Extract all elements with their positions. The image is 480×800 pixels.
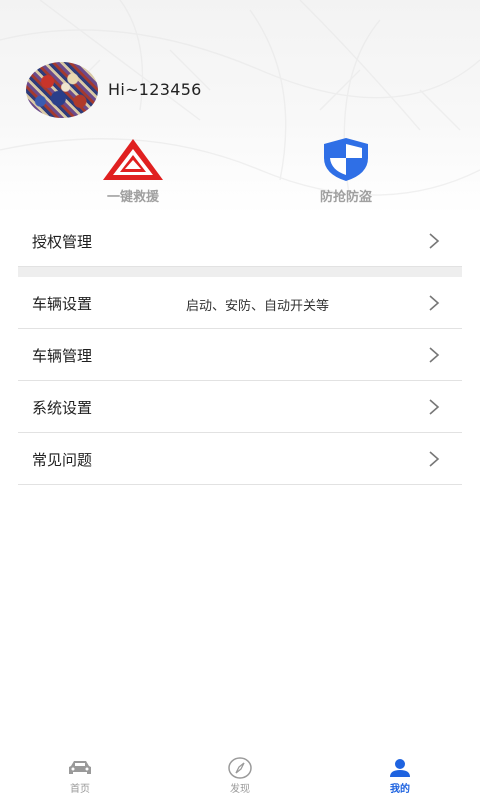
menu-item-label: 常见问题 bbox=[32, 451, 93, 469]
one-key-rescue-button[interactable]: 一键救援 bbox=[63, 136, 203, 208]
profile-screen: Hi~123456 一键救援 防抢防盗 授权管理 车辆设置 启动、安防、自动开关… bbox=[0, 0, 480, 800]
car-icon bbox=[67, 757, 93, 779]
menu-item-vehicle-management[interactable]: 车辆管理 bbox=[18, 329, 462, 381]
menu-item-vehicle-settings[interactable]: 车辆设置 启动、安防、自动开关等 bbox=[18, 277, 462, 329]
compass-icon bbox=[227, 757, 253, 779]
tab-label: 发现 bbox=[230, 784, 250, 795]
menu-item-authorization[interactable]: 授权管理 bbox=[18, 215, 462, 267]
menu-item-label: 车辆管理 bbox=[32, 347, 93, 365]
chevron-right-icon bbox=[429, 399, 440, 415]
chevron-right-icon bbox=[429, 233, 440, 249]
user-icon bbox=[387, 757, 413, 779]
menu-item-faq[interactable]: 常见问题 bbox=[18, 433, 462, 485]
bottom-tab-bar: 首页 发现 我的 bbox=[0, 752, 480, 800]
chevron-right-icon bbox=[429, 451, 440, 467]
menu-item-label: 系统设置 bbox=[32, 399, 93, 417]
rescue-label: 一键救援 bbox=[106, 190, 159, 205]
tab-discover[interactable]: 发现 bbox=[160, 752, 320, 800]
anti-theft-button[interactable]: 防抢防盗 bbox=[276, 136, 416, 208]
warning-triangle-icon bbox=[98, 136, 168, 182]
menu-item-system-settings[interactable]: 系统设置 bbox=[18, 381, 462, 433]
tab-home[interactable]: 首页 bbox=[0, 752, 160, 800]
settings-menu-group: 车辆设置 启动、安防、自动开关等 车辆管理 系统设置 常见问题 bbox=[18, 277, 462, 485]
anti-theft-label: 防抢防盗 bbox=[319, 190, 372, 205]
auth-menu-group: 授权管理 bbox=[18, 215, 462, 267]
tab-mine[interactable]: 我的 bbox=[320, 752, 480, 800]
menu-item-label: 授权管理 bbox=[32, 233, 93, 251]
menu-item-label: 车辆设置 bbox=[32, 295, 93, 313]
chevron-right-icon bbox=[429, 347, 440, 363]
chevron-right-icon bbox=[429, 295, 440, 311]
shield-icon bbox=[311, 136, 381, 182]
tab-label: 我的 bbox=[390, 784, 410, 795]
profile-header: Hi~123456 一键救援 防抢防盗 bbox=[0, 0, 480, 215]
greeting-text: Hi~123456 bbox=[108, 80, 202, 99]
menu-item-subtitle: 启动、安防、自动开关等 bbox=[186, 299, 330, 314]
section-divider bbox=[18, 267, 462, 277]
avatar[interactable] bbox=[26, 62, 98, 118]
tab-label: 首页 bbox=[70, 784, 90, 795]
